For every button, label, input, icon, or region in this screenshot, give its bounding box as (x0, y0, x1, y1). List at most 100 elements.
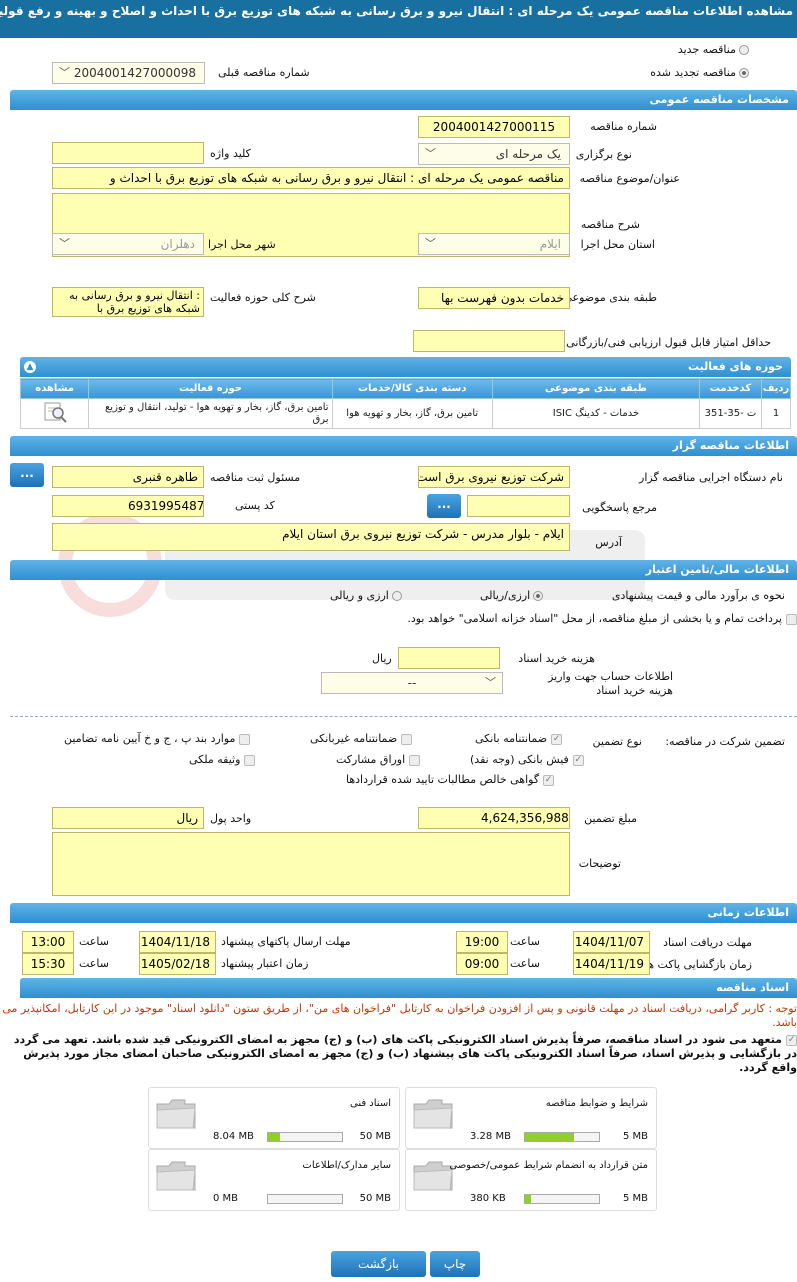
amount-field[interactable]: 4,624,356,988 (418, 807, 570, 829)
document-progress (267, 1194, 343, 1204)
checkbox-icon[interactable] (786, 613, 797, 625)
city-label: شهر محل اجرا (208, 238, 276, 251)
tender-number-field[interactable]: 2004001427000115 (418, 116, 570, 138)
description-label: شرح مناقصه (580, 218, 640, 231)
radio-currency-both[interactable]: ارزی و ریالی (330, 589, 402, 602)
min-score-label: حداقل امتیاز قابل قبول ارزیابی فنی/بازرگ… (566, 336, 771, 349)
category-field[interactable]: خدمات بدون فهرست بها (418, 287, 570, 309)
table-row: 1 ت -35-351 خدمات - کدینگ ISIC تامین برق… (19, 398, 791, 429)
option-clauses[interactable]: موارد بند پ ، ج و خ آیین نامه تضامین (64, 732, 251, 745)
validity-time-field[interactable]: 15:30 (22, 953, 74, 975)
currency-field[interactable]: ریال (52, 807, 204, 829)
folder-icon[interactable] (155, 1158, 197, 1192)
reference-label: مرجع پاسخگویی (582, 501, 657, 514)
radio-currency-rial[interactable]: ارزی/ریالی (480, 589, 544, 602)
activity-desc-field[interactable]: : انتقال نیرو و برق رسانی به شبکه های تو… (52, 287, 204, 317)
province-select[interactable]: ایلام ﹀ (418, 233, 570, 255)
documents-note: توجه : کاربر گرامی، دریافت اسناد در مهلت… (2, 1002, 797, 1029)
reference-button[interactable]: ... (427, 494, 461, 518)
folder-icon[interactable] (155, 1096, 197, 1130)
prev-number-select[interactable]: 2004001427000098 ﹀ (52, 62, 205, 84)
document-name: اسناد فنی (350, 1098, 391, 1109)
document-card[interactable]: سایر مدارک/اطلاعات 50 MB 0 MB (148, 1149, 400, 1211)
progress-fill (268, 1133, 280, 1141)
subject-label: عنوان/موضوع مناقصه (579, 172, 680, 185)
chevron-down-icon: ﹀ (485, 676, 496, 689)
send-time-label: ساعت (79, 935, 109, 948)
doc-cost-unit: ریال (372, 652, 392, 665)
receive-time-field[interactable]: 19:00 (456, 931, 508, 953)
option-bank-guarantee[interactable]: ✓ضمانتنامه بانکی (475, 732, 563, 745)
option-bonds[interactable]: اوراق مشارکت (336, 753, 421, 766)
divider (10, 716, 797, 717)
validity-date-field[interactable]: 1405/02/18 (139, 953, 216, 975)
org-label: نام دستگاه اجرایی مناقصه گزار (639, 471, 783, 484)
option-property[interactable]: وثیقه ملکی (189, 753, 256, 766)
chevron-down-icon: ﹀ (425, 147, 436, 160)
min-score-field[interactable] (413, 330, 565, 352)
category-label: طبقه بندی موضوعی (563, 291, 657, 304)
city-select[interactable]: دهلران ﹀ (52, 233, 204, 255)
send-time-field[interactable]: 13:00 (22, 931, 74, 953)
document-card[interactable]: اسناد فنی 50 MB 8.04 MB (148, 1087, 400, 1149)
open-label: زمان بازگشایی پاکت ها (644, 958, 752, 971)
reference-field[interactable] (467, 495, 570, 517)
section-organizer: اطلاعات مناقصه گزار (10, 436, 797, 456)
back-button[interactable]: بازگشت (331, 1251, 426, 1277)
document-progress (524, 1132, 600, 1142)
responsible-field[interactable]: طاهره قنبری (52, 466, 204, 488)
open-date-field[interactable]: 1404/11/19 (573, 953, 650, 975)
account-select[interactable]: -- ﹀ (321, 672, 503, 694)
option-claims-certificate[interactable]: ✓گواهی خالص مطالبات تایید شده قراردادها (346, 773, 555, 786)
postal-label: کد پستی (235, 499, 275, 512)
view-cell[interactable] (19, 398, 90, 429)
col-field: حوزه فعالیت (88, 378, 333, 399)
send-date-field[interactable]: 1404/11/18 (139, 931, 216, 953)
chevron-down-icon: ﹀ (425, 237, 436, 250)
print-button[interactable]: چاپ (430, 1251, 480, 1277)
keyword-label: کلید واژه (210, 147, 251, 160)
folder-icon[interactable] (412, 1096, 454, 1130)
section-financial: اطلاعات مالی/تامین اعتبار (10, 560, 797, 580)
document-size: 380 KB (470, 1193, 506, 1204)
keyword-field[interactable] (52, 142, 204, 164)
address-field[interactable]: ایلام - بلوار مدرس - شرکت توزیع نیروی بر… (52, 523, 570, 551)
validity-time-label: ساعت (79, 957, 109, 970)
more-button[interactable]: ... (10, 463, 44, 487)
collapse-icon[interactable]: ▲ (24, 361, 36, 373)
notes-field[interactable] (52, 832, 570, 896)
checkbox-icon[interactable]: ✓ (786, 1034, 797, 1046)
magnifier-icon[interactable] (42, 401, 68, 423)
postal-field[interactable]: 6931995487 (52, 495, 204, 517)
option-nonbank-guarantee[interactable]: ضمانتنامه غیربانکی (310, 732, 413, 745)
document-max: 5 MB (622, 1193, 648, 1204)
org-field[interactable]: شرکت توزیع نیروی برق است (418, 466, 570, 488)
col-category: طبقه بندی موضوعی (491, 378, 700, 399)
subject-field[interactable]: مناقصه عمومی یک مرحله ای : انتقال نیرو و… (52, 167, 570, 189)
doc-cost-field[interactable] (398, 647, 500, 669)
open-time-label: ساعت (510, 957, 540, 970)
document-card[interactable]: شرایط و ضوابط مناقصه 5 MB 3.28 MB (405, 1087, 657, 1149)
chevron-down-icon: ﹀ (59, 66, 70, 79)
section-activities: حوزه های فعالیت ▲ (20, 357, 791, 377)
progress-fill (525, 1133, 574, 1141)
chevron-down-icon: ﹀ (59, 237, 70, 250)
radio-new-tender[interactable]: مناقصه جدید (678, 43, 749, 56)
option-bank-receipt[interactable]: ✓فیش بانکی (وجه نقد) (470, 753, 584, 766)
document-card[interactable]: متن قرارداد به انضمام شرایط عمومی/خصوصی 5… (405, 1149, 657, 1211)
open-time-field[interactable]: 09:00 (456, 953, 508, 975)
folder-icon[interactable] (412, 1158, 454, 1192)
estimate-label: نحوه ی برآورد مالی و قیمت پیشنهادی (611, 589, 785, 602)
receive-date-field[interactable]: 1404/11/07 (573, 931, 650, 953)
cell-row: 1 (761, 398, 791, 429)
notes-label: توضیحات (578, 857, 621, 870)
treasury-checkbox[interactable]: پرداخت تمام و یا بخشی از مبلغ مناقصه، از… (9, 612, 797, 626)
page-title: مشاهده اطلاعات مناقصه عمومی یک مرحله ای … (0, 0, 797, 38)
address-label: آدرس (595, 536, 622, 549)
radio-renewed-tender[interactable]: مناقصه تجدید شده (650, 66, 749, 79)
send-label: مهلت ارسال پاکتهای پیشنهاد (221, 935, 351, 948)
holding-type-select[interactable]: یک مرحله ای ﹀ (418, 143, 570, 165)
doc-cost-label: هزینه خرید اسناد (518, 652, 595, 665)
number-label: شماره مناقصه (590, 120, 657, 133)
document-max: 50 MB (359, 1131, 391, 1142)
